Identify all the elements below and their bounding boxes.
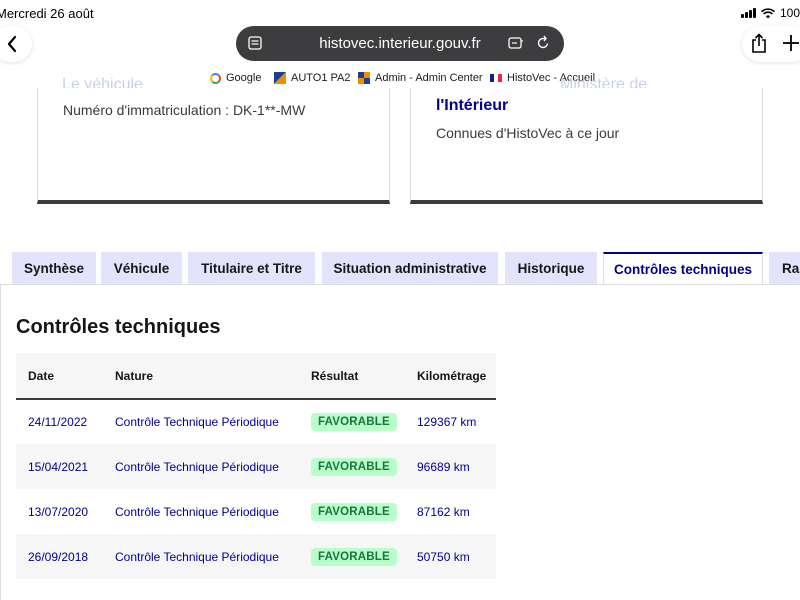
table-row: 13/07/2020 Contrôle Technique Périodique…: [16, 489, 496, 534]
cell-date: 24/11/2022: [28, 415, 88, 429]
bookmark-google[interactable]: Google: [210, 72, 261, 84]
battery-level: 100: [779, 6, 800, 20]
share-icon[interactable]: [750, 33, 768, 54]
header-resultat: Résultat: [311, 368, 359, 383]
tab-titulaire-titre[interactable]: Titulaire et Titre: [188, 252, 315, 285]
plus-icon[interactable]: [782, 33, 800, 53]
vehicle-card: Numéro d'immatriculation : DK-1**-MW: [37, 88, 390, 204]
status-bar: Mercredi 26 août 100: [0, 0, 800, 26]
toolbar-right: [742, 26, 800, 62]
tab-bar: Synthèse Véhicule Titulaire et Titre Sit…: [0, 252, 800, 285]
section-title: Contrôles techniques: [16, 316, 221, 338]
status-date: Mercredi 26 août: [0, 6, 94, 21]
header-nature: Nature: [115, 368, 154, 383]
ministry-card: l'Intérieur Connues d'HistoVec à ce jour: [410, 88, 763, 204]
address-bar[interactable]: histovec.interieur.gouv.fr: [236, 26, 564, 61]
panel-border: [0, 285, 1, 600]
cell-date: 26/09/2018: [28, 549, 89, 564]
tab-rapport[interactable]: Rapport: [769, 252, 800, 285]
ministry-card-subtitle: Connues d'HistoVec à ce jour: [436, 125, 620, 141]
tab-situation-administrative[interactable]: Situation administrative: [322, 252, 498, 285]
result-badge: FAVORABLE: [311, 502, 397, 521]
reload-icon[interactable]: [536, 35, 550, 50]
admin-icon: [358, 72, 370, 84]
bookmark-admin-center[interactable]: Admin - Admin Center: [358, 72, 483, 84]
cell-km: 50750 km: [417, 549, 470, 564]
cell-nature: Contrôle Technique Périodique: [115, 415, 279, 429]
tab-historique[interactable]: Historique: [505, 252, 597, 285]
cell-nature: Contrôle Technique Périodique: [115, 549, 279, 564]
flag-icon: [490, 74, 502, 82]
ministry-card-title: l'Intérieur: [436, 97, 509, 114]
back-button[interactable]: [0, 26, 32, 62]
wifi-icon: [761, 7, 775, 18]
chevron-left-icon: [7, 35, 17, 53]
cell-nature: Contrôle Technique Périodique: [115, 459, 279, 474]
result-badge: FAVORABLE: [311, 413, 397, 431]
cell-km: 129367 km: [417, 415, 477, 429]
table-row: 15/04/2021 Contrôle Technique Périodique…: [16, 444, 496, 489]
cell-km: 96689 km: [417, 459, 470, 474]
status-indicators: 100: [740, 6, 800, 20]
bookmark-auto1[interactable]: AUTO1 PA2: [274, 72, 351, 84]
tab-controles-techniques[interactable]: Contrôles techniques: [603, 252, 763, 285]
header-date: Date: [28, 368, 55, 383]
cell-nature: Contrôle Technique Périodique: [115, 504, 279, 519]
page-tools-icon[interactable]: [508, 36, 524, 50]
result-badge: FAVORABLE: [311, 457, 397, 476]
technical-inspections-table: Date Nature Résultat Kilométrage 24/11/2…: [16, 353, 496, 579]
signal-icon: [740, 8, 756, 18]
table-row: 26/09/2018 Contrôle Technique Périodique…: [16, 534, 496, 579]
tab-divider: [0, 284, 800, 285]
auto1-icon: [274, 72, 286, 84]
tab-synthese[interactable]: Synthèse: [12, 252, 96, 285]
google-icon: [210, 72, 221, 84]
cell-date: 13/07/2020: [28, 504, 89, 519]
table-header-row: Date Nature Résultat Kilométrage: [16, 353, 496, 399]
header-kilometrage: Kilométrage: [417, 368, 487, 383]
tab-vehicule[interactable]: Véhicule: [101, 252, 182, 285]
table-row: 24/11/2022 Contrôle Technique Périodique…: [16, 399, 496, 444]
result-badge: FAVORABLE: [311, 547, 397, 566]
registration-number: Numéro d'immatriculation : DK-1**-MW: [63, 102, 306, 118]
cell-date: 15/04/2021: [28, 459, 89, 474]
cell-km: 87162 km: [417, 504, 470, 519]
